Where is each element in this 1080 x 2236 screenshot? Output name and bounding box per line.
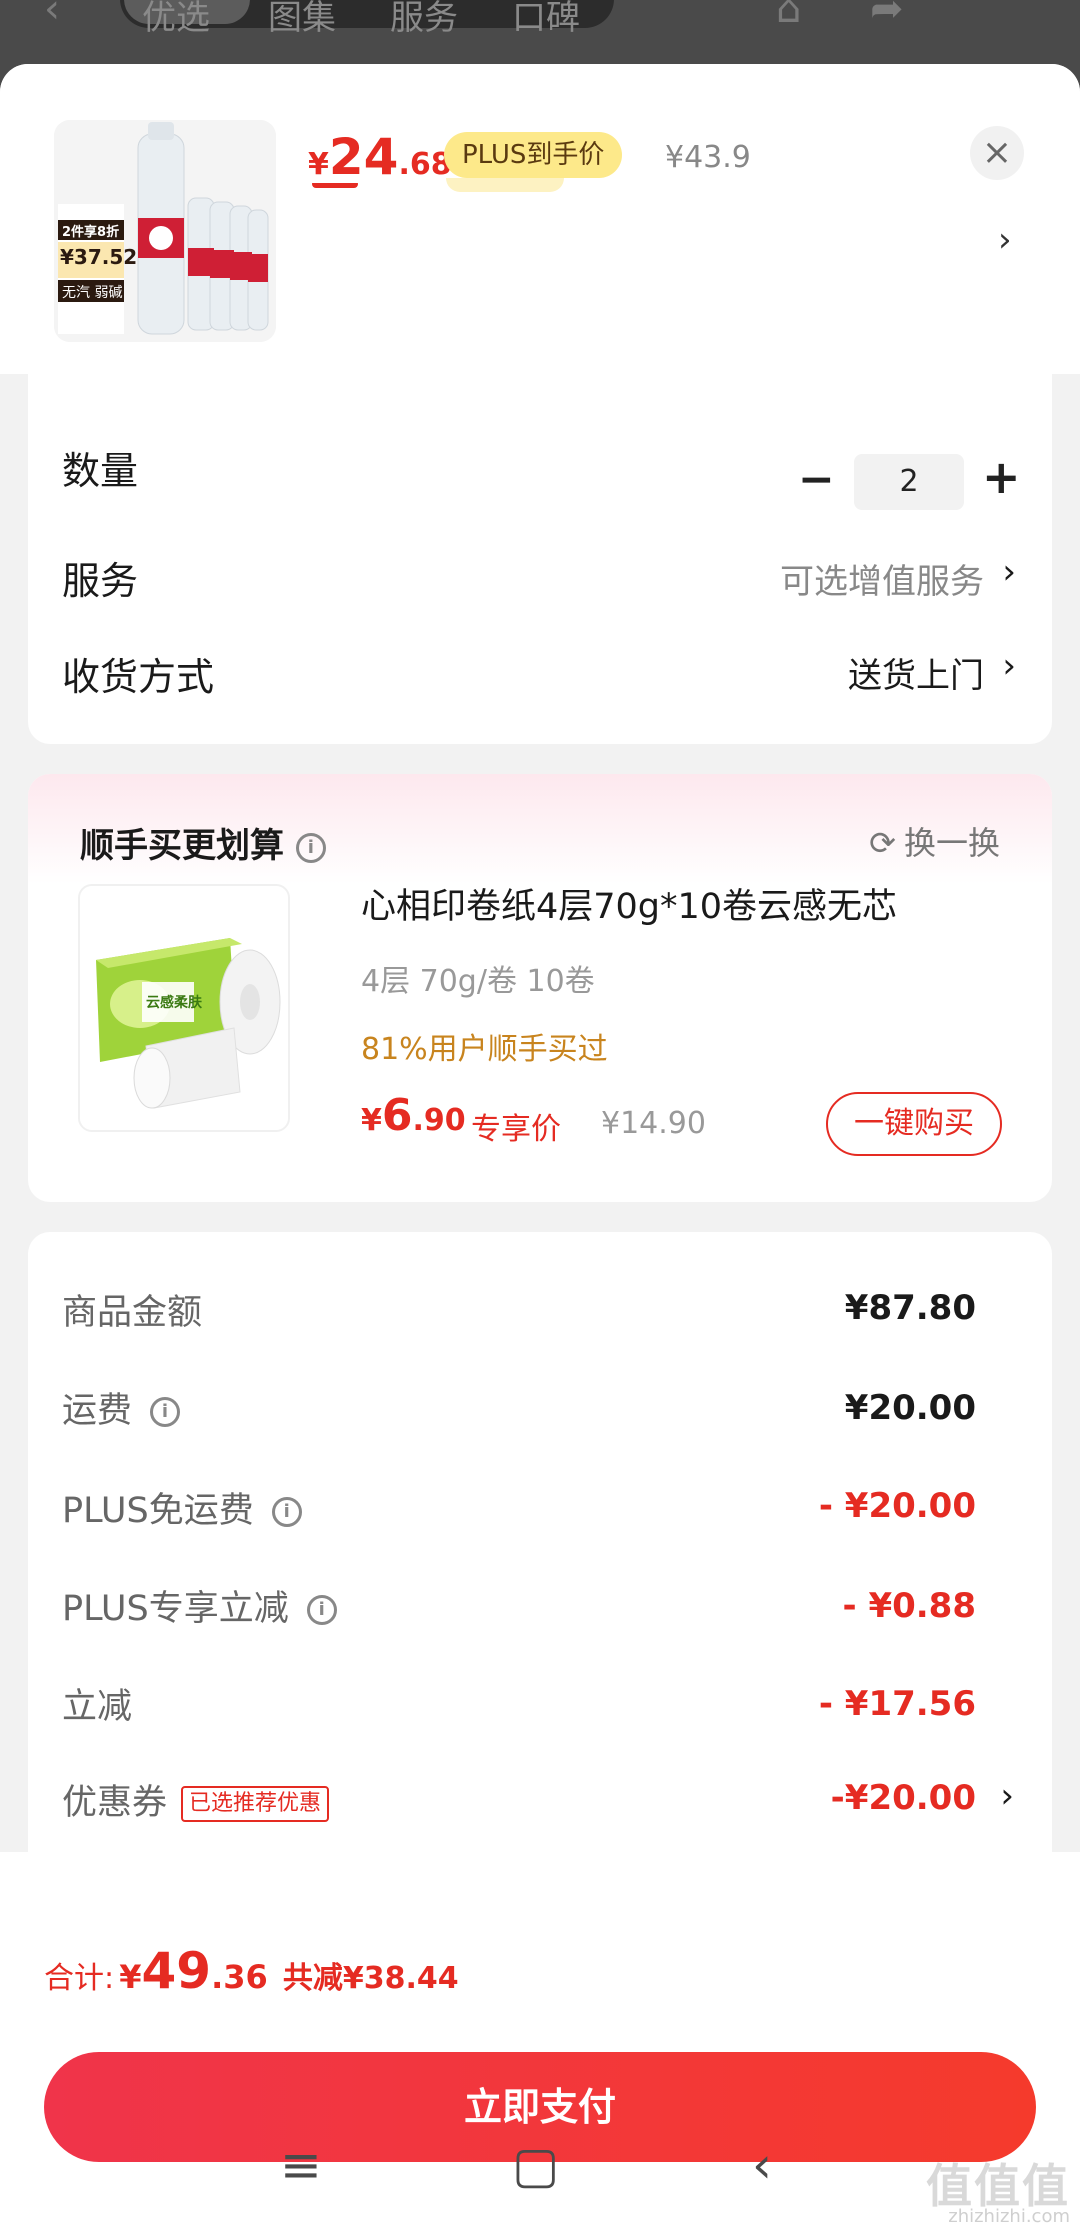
fee-label-text: 优惠券 — [62, 1783, 168, 1823]
home-icon[interactable]: ▢ — [512, 2136, 559, 2194]
share-icon[interactable]: ➦ — [870, 0, 904, 32]
price-symbol: ¥ — [308, 147, 329, 182]
fee-label-text: PLUS专享立减 — [62, 1589, 289, 1629]
fee-label-text: 运费 — [62, 1391, 133, 1431]
addon-product-image[interactable]: 云感柔肤 — [78, 884, 290, 1132]
price-integer: 6 — [381, 1090, 413, 1141]
chevron-right-icon[interactable]: › — [1002, 552, 1016, 592]
addon-title-text: 顺手买更划算 — [80, 826, 284, 866]
thumb-promo-top: 2件享8折 — [62, 225, 120, 240]
fee-label-plus-free-shipping: PLUS免运费 i — [62, 1482, 302, 1533]
total-saved: 共减¥38.44 — [282, 1961, 459, 1996]
delivery-value[interactable]: 送货上门 — [848, 648, 984, 697]
fee-label-text: 立减 — [62, 1687, 133, 1727]
total-integer: 49 — [141, 1942, 212, 2000]
price-underline — [312, 180, 358, 188]
quantity-label: 数量 — [62, 449, 139, 493]
watermark-url: zhizhizhi.com — [948, 2206, 1070, 2227]
total-line: 合计: ¥49.36 共减¥38.44 — [44, 1942, 459, 2000]
original-price: ¥43.9 — [665, 140, 751, 175]
exclusive-price-label: 专享价 — [471, 1112, 561, 1147]
options-card: 数量 − 2 + 服务 可选增值服务 › 收货方式 送货上门 › — [28, 374, 1052, 744]
fee-value-coupon[interactable]: -¥20.00 — [831, 1778, 976, 1818]
info-icon[interactable]: i — [295, 832, 326, 863]
tab-gallery[interactable]: 图集 — [268, 0, 336, 39]
tab-preferred[interactable]: 优选 — [142, 0, 210, 39]
info-icon[interactable]: i — [150, 1397, 181, 1427]
plus-price-badge: PLUS到手价 — [444, 132, 623, 178]
chevron-right-icon[interactable]: › — [998, 220, 1012, 260]
addon-product-price: ¥6.90 — [361, 1090, 466, 1141]
quantity-plus-button[interactable]: + — [982, 450, 1021, 504]
addon-title: 顺手买更划算 i — [80, 818, 326, 867]
chevron-right-icon[interactable]: › — [1002, 646, 1016, 686]
fee-label-text: 商品金额 — [62, 1293, 203, 1333]
swap-button[interactable]: ⟳ 换一换 — [869, 818, 1000, 864]
total-symbol: ¥ — [119, 1958, 142, 1996]
fee-value-instant-discount: - ¥17.56 — [818, 1684, 976, 1724]
thumb-promo-tag: 无汽 弱碱 — [62, 285, 123, 301]
purchase-sheet: 2件享8折 ¥37.52 无汽 弱碱 ¥24.68 PLUS到手价 ¥43.9 … — [0, 64, 1080, 2236]
addon-product-social-proof: 81%用户顺手买过 — [361, 1032, 608, 1067]
fee-label-goods: 商品金额 — [62, 1284, 202, 1335]
plus-badge-shadow — [446, 178, 564, 192]
quantity-input[interactable]: 2 — [854, 454, 964, 510]
price-decimal: .90 — [412, 1103, 466, 1138]
close-button[interactable]: × — [970, 126, 1024, 180]
coupon-recommended-tag: 已选推荐优惠 — [181, 1786, 330, 1822]
info-icon[interactable]: i — [306, 1595, 337, 1625]
tab-service[interactable]: 服务 — [390, 0, 458, 39]
service-label: 服务 — [62, 559, 139, 603]
fee-label-instant-discount: 立减 — [62, 1678, 132, 1729]
total-label: 合计: — [44, 1961, 115, 1996]
chevron-right-icon[interactable]: › — [1000, 1776, 1014, 1816]
tab-reviews[interactable]: 口碑 — [512, 0, 580, 39]
thumb-promo-price: ¥37.52 — [60, 245, 138, 269]
back-nav-icon[interactable]: ‹ — [752, 2136, 772, 2194]
fee-label-shipping: 运费 i — [62, 1382, 181, 1433]
fee-label-coupon: 优惠券 已选推荐优惠 — [62, 1774, 330, 1825]
one-click-buy-button[interactable]: 一键购买 — [826, 1092, 1002, 1156]
fee-value-goods: ¥87.80 — [844, 1288, 976, 1328]
refresh-icon: ⟳ — [869, 824, 896, 862]
addon-card: 顺手买更划算 i ⟳ 换一换 云感柔肤 心相印卷纸4层70g*10卷云感无芯 4层… — [28, 774, 1052, 1202]
addon-product-title[interactable]: 心相印卷纸4层70g*10卷云感无芯 — [361, 878, 897, 929]
fee-value-plus-discount: - ¥0.88 — [842, 1586, 977, 1626]
delivery-label: 收货方式 — [62, 655, 215, 699]
addon-original-price: ¥14.90 — [601, 1106, 706, 1141]
product-thumbnail[interactable]: 2件享8折 ¥37.52 无汽 弱碱 — [54, 120, 276, 342]
swap-label: 换一换 — [903, 824, 1000, 862]
back-icon[interactable]: ‹ — [44, 0, 60, 32]
price-symbol: ¥ — [361, 1103, 382, 1138]
fee-value-plus-free-shipping: - ¥20.00 — [818, 1486, 976, 1526]
price-integer: 24 — [328, 128, 399, 186]
info-icon[interactable]: i — [271, 1497, 302, 1527]
recents-icon[interactable]: ≡ — [280, 2136, 322, 2194]
package-text: 云感柔肤 — [146, 995, 202, 1011]
quantity-minus-button[interactable]: − — [798, 454, 835, 505]
total-decimal: .36 — [211, 1958, 268, 1996]
service-value[interactable]: 可选增值服务 — [780, 554, 984, 603]
app-top-bar: ‹ 优选 图集 服务 口碑 ⌂ ➦ — [0, 0, 1080, 64]
system-nav-bar: ≡ ▢ ‹ — [0, 2100, 1080, 2236]
bookmark-icon[interactable]: ⌂ — [776, 0, 801, 32]
addon-product-spec: 4层 70g/卷 10卷 — [361, 964, 595, 999]
fee-label-plus-discount: PLUS专享立减 i — [62, 1580, 337, 1631]
fee-label-text: PLUS免运费 — [62, 1491, 254, 1531]
sheet-header: 2件享8折 ¥37.52 无汽 弱碱 ¥24.68 PLUS到手价 ¥43.9 … — [0, 64, 1080, 374]
fee-value-shipping: ¥20.00 — [844, 1388, 976, 1428]
plus-price: ¥24.68 — [308, 128, 452, 186]
